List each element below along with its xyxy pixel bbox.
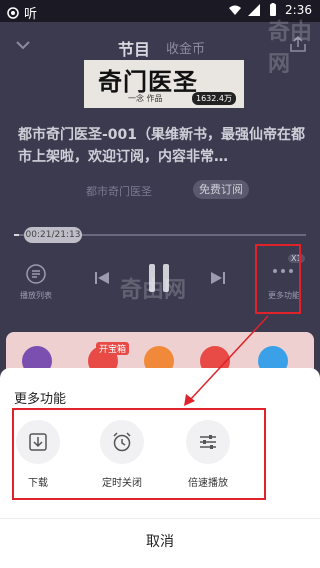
download-label[interactable]: 下载 xyxy=(8,474,68,489)
speed-label[interactable]: 倍速播放 xyxy=(178,474,238,489)
progress-fill xyxy=(14,234,19,236)
wifi-icon xyxy=(229,5,242,15)
sliders-icon[interactable] xyxy=(186,420,230,464)
episode-title: 都市奇门医圣-001（果维新书，最强仙帝在都市上架啦，欢迎订阅，内容非常… xyxy=(18,127,306,165)
tab-programs[interactable]: 节目 xyxy=(118,36,150,60)
sheet-title: 更多功能 xyxy=(14,392,67,407)
previous-icon[interactable] xyxy=(94,270,110,286)
speed-item[interactable]: 倍速播放 xyxy=(178,420,238,489)
sheet-divider xyxy=(0,518,320,519)
timer-label[interactable]: 定时关闭 xyxy=(92,474,152,489)
download-item[interactable]: 下载 xyxy=(8,420,68,489)
cancel-button[interactable]: 取消 xyxy=(0,531,320,551)
status-app-label: 听 xyxy=(24,7,38,22)
next-icon[interactable] xyxy=(210,270,226,286)
subscribe-button[interactable]: 免费订阅 xyxy=(193,180,249,199)
tab-collect-coins[interactable]: 收金币 xyxy=(166,38,205,57)
album-cover: 奇门医圣 一念 作品 1632.4万 xyxy=(84,60,244,108)
download-icon[interactable] xyxy=(16,420,60,464)
cover-title: 奇门医圣 xyxy=(98,67,198,96)
collapse-down-icon[interactable] xyxy=(12,34,34,56)
more-functions-highlight xyxy=(255,244,301,314)
cover-author: 一念 作品 xyxy=(128,94,163,103)
watermark-top: 奇由网 xyxy=(268,20,313,77)
playlist-label[interactable]: 播放列表 xyxy=(6,290,66,301)
progress-time-pill[interactable]: 00:21/21:13 xyxy=(24,227,82,243)
alarm-clock-icon[interactable] xyxy=(100,420,144,464)
playlist-icon[interactable] xyxy=(24,262,48,286)
more-functions-sheet: 更多功能 下载 定时关闭 倍速播放 取消 xyxy=(0,368,320,568)
watermark-middle: 奇由网 xyxy=(120,278,187,303)
timer-item[interactable]: 定时关闭 xyxy=(92,420,152,489)
play-count-badge: 1632.4万 xyxy=(192,92,236,105)
treasure-badge: 开宝箱 xyxy=(96,342,130,355)
signal-icon xyxy=(248,4,261,16)
app-notification-icon xyxy=(7,6,19,19)
book-name-link[interactable]: 都市奇门医圣 xyxy=(86,183,152,199)
